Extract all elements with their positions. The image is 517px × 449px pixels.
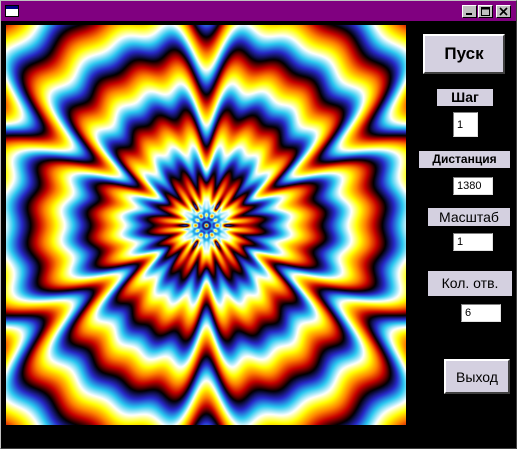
- start-button[interactable]: Пуск: [423, 34, 505, 74]
- step-label: Шаг: [437, 89, 493, 106]
- minimize-button[interactable]: [462, 5, 477, 18]
- maximize-button[interactable]: [478, 5, 493, 18]
- close-icon: [499, 7, 508, 16]
- distance-input[interactable]: [453, 177, 493, 195]
- exit-button[interactable]: Выход: [444, 359, 510, 394]
- title-bar[interactable]: [1, 1, 516, 21]
- holes-count-input[interactable]: [461, 304, 501, 322]
- scale-input[interactable]: [453, 233, 493, 251]
- close-button[interactable]: [496, 5, 511, 18]
- maximize-icon: [481, 7, 490, 16]
- minimize-icon: [466, 13, 472, 15]
- holes-count-label: Кол. отв.: [428, 271, 512, 296]
- interference-pattern-canvas[interactable]: [6, 25, 406, 425]
- window-icon[interactable]: [5, 5, 19, 17]
- distance-label: Дистанция: [419, 151, 510, 168]
- scale-label: Масштаб: [428, 208, 510, 226]
- step-input[interactable]: [453, 112, 478, 137]
- main-window: Пуск Шаг Дистанция Масштаб Кол. отв. Вых…: [0, 0, 517, 449]
